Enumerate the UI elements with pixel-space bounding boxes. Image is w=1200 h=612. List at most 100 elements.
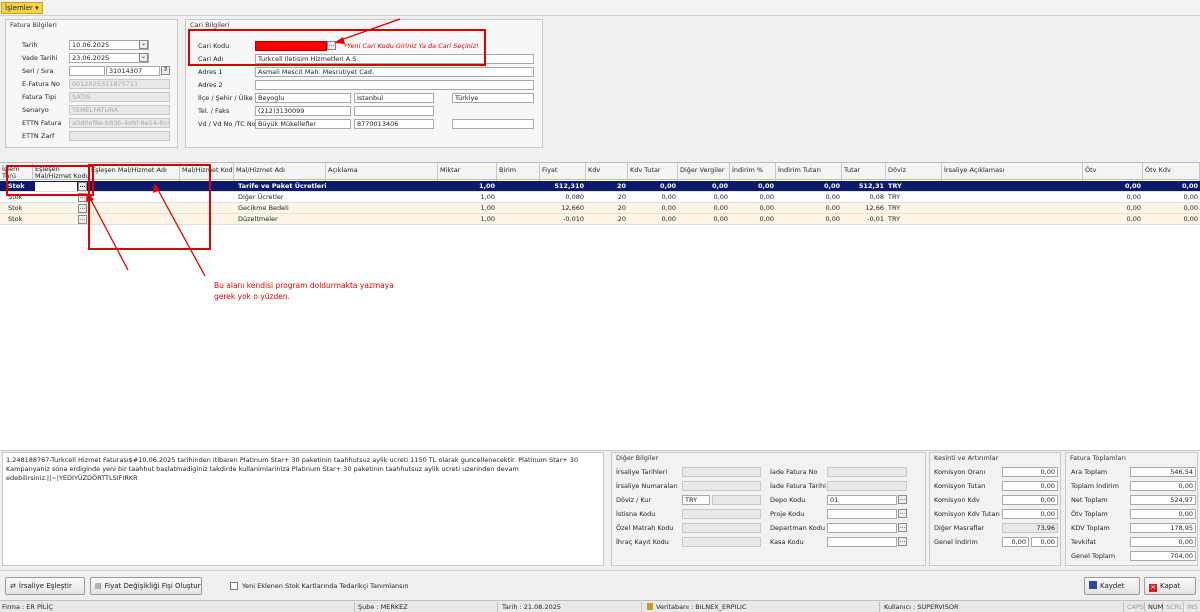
tarih-label: Tarih <box>22 41 38 49</box>
cell-doviz: TRY <box>888 204 901 212</box>
cell-kdv: 20 <box>617 193 626 201</box>
menu-bar: İşlemler ▾ <box>0 0 1200 16</box>
cell-diger: 0,00 <box>713 193 728 201</box>
col-birim[interactable]: Birim <box>497 163 540 181</box>
diger-masraflar-label: Diğer Masraflar <box>934 524 985 532</box>
proje-label: Proje Kodu <box>770 510 805 518</box>
vd-field[interactable]: Büyük Mükellefler <box>255 119 351 129</box>
fiyat-degisikligi-label: Fiyat Değişikliği Fişi Oluştur <box>104 582 201 590</box>
kasa-lookup-icon[interactable]: … <box>898 537 907 546</box>
tarih-field[interactable]: 10.06.2025 <box>69 40 149 50</box>
departman-field[interactable] <box>827 523 897 533</box>
doviz-field[interactable]: TRY <box>682 495 710 505</box>
adres2-field[interactable] <box>255 80 534 90</box>
header-panel <box>0 16 1200 162</box>
kom-oran-field[interactable]: 0,00 <box>1002 467 1058 477</box>
kaydet-button[interactable]: Kaydet <box>1084 577 1140 595</box>
database-icon <box>647 603 653 610</box>
col-indirim-yuzde[interactable]: İndirim % <box>730 163 776 181</box>
notes-textarea[interactable]: 1.248188767-Turkcell Hizmet Faturası$#10… <box>2 452 604 566</box>
col-irsaliye-aciklamasi[interactable]: İrsaliye Açıklaması <box>942 163 1083 181</box>
toplamlar-title: Fatura Toplamları <box>1070 454 1126 462</box>
kesinti-group: Kesinti ve Artırımlar Komisyon Oranı 0,0… <box>929 452 1061 566</box>
col-fiyat[interactable]: Fiyat <box>540 163 586 181</box>
kom-tutar-field[interactable]: 0,00 <box>1002 481 1058 491</box>
kom-kdv-tutari-label: Komisyon Kdv Tutarı <box>934 510 1000 518</box>
vade-field[interactable]: 23.06.2025 <box>69 53 149 63</box>
col-kdv-tutar[interactable]: Kdv Tutar <box>628 163 678 181</box>
departman-lookup-icon[interactable]: … <box>898 523 907 532</box>
sira-field[interactable]: 31014307 <box>106 66 160 76</box>
cell-diger: 0,00 <box>713 215 728 223</box>
depo-lookup-icon[interactable]: … <box>898 495 907 504</box>
cell-tutar: 0,08 <box>869 193 884 201</box>
vdno-field[interactable]: 8770013406 <box>354 119 434 129</box>
irsaliye-eslestir-button[interactable]: ⇄ İrsaliye Eşleştir <box>5 577 85 595</box>
adres2-label: Adres 2 <box>198 81 223 89</box>
vade-dropdown-icon[interactable]: ⌄ <box>139 53 148 62</box>
cell-indirim-yuzde: 0,00 <box>759 193 774 201</box>
cell-indirim-yuzde: 0,00 <box>759 215 774 223</box>
cell-fiyat: 0,080 <box>565 193 584 201</box>
save-icon <box>1089 581 1097 589</box>
cell-otv: 0,00 <box>1126 215 1141 223</box>
col-diger-vergiler[interactable]: Diğer Vergiler <box>678 163 730 181</box>
col-otv-kdv[interactable]: Ötv Kdv <box>1143 163 1200 181</box>
col-kdv[interactable]: Kdv <box>586 163 628 181</box>
fiyat-degisikligi-button[interactable]: ▤ Fiyat Değişikliği Fişi Oluştur <box>90 577 202 595</box>
status-num: NUM <box>1148 602 1164 612</box>
annotation-arrows <box>86 183 206 277</box>
col-tutar[interactable]: Tutar <box>842 163 886 181</box>
kaydet-label: Kaydet <box>1100 582 1125 590</box>
adres1-label: Adres 1 <box>198 68 223 76</box>
irs-tarih-field <box>682 467 761 477</box>
ilce-label: İlçe / Şehir / Ülke <box>198 94 253 102</box>
faks-field[interactable] <box>354 106 434 116</box>
tedarikci-checkbox[interactable] <box>230 582 238 590</box>
adres1-field[interactable]: Asmali Mescit Mah. Mesrutiyet Cad. <box>255 67 534 77</box>
ulke-field[interactable]: Türkiye <box>452 93 534 103</box>
seri-field[interactable] <box>69 66 105 76</box>
col-mh-adi[interactable]: Mal/Hizmet Adı <box>234 163 326 181</box>
kasa-field[interactable] <box>827 537 897 547</box>
col-aciklama[interactable]: Açıklama <box>326 163 438 181</box>
tarih-dropdown-icon[interactable]: ⌄ <box>139 40 148 49</box>
sira-spin-icon[interactable]: ⇕ <box>161 66 170 75</box>
kom-kdv-field[interactable]: 0,00 <box>1002 495 1058 505</box>
proje-lookup-icon[interactable]: … <box>898 509 907 518</box>
kom-kdv-tutari-field[interactable]: 0,00 <box>1002 509 1058 519</box>
cari-bilgileri-title: Cari Bilgileri <box>190 21 230 29</box>
cell-indirim-tutari: 0,00 <box>823 182 840 190</box>
net-toplam-value: 524,97 <box>1130 495 1196 505</box>
annotation-arrow-top <box>334 18 401 44</box>
col-miktar[interactable]: Miktar <box>438 163 497 181</box>
col-otv[interactable]: Ötv <box>1083 163 1143 181</box>
kapat-button[interactable]: ✕ Kapat <box>1144 577 1196 595</box>
depo-field[interactable]: 01 <box>827 495 897 505</box>
islemler-menu[interactable]: İşlemler ▾ <box>1 2 43 14</box>
cell-miktar: 1,00 <box>478 182 495 190</box>
ozel-matrah-field <box>682 523 761 533</box>
col-indirim-tutari[interactable]: İndirim Tutarı <box>776 163 842 181</box>
kdv-toplam-value: 178,95 <box>1130 523 1196 533</box>
ilce-field[interactable]: Beyoglu <box>255 93 351 103</box>
tel-field[interactable]: (212)3130099 <box>255 106 351 116</box>
close-icon: ✕ <box>1149 584 1157 592</box>
iade-no-field <box>827 467 907 477</box>
genel-indirim-field-1[interactable]: 0,00 <box>1002 537 1029 547</box>
tel-label: Tel. / Faks <box>198 107 230 115</box>
cell-indirim-yuzde: 0,00 <box>757 182 774 190</box>
ettn-field: a0d0ef8e-b83b-4ebf-8e14-6c4b <box>69 118 170 128</box>
cell-kdv: 20 <box>616 182 626 190</box>
irsaliye-eslestir-label: İrsaliye Eşleştir <box>18 582 72 590</box>
otv-toplam-label: Ötv Toplam <box>1071 510 1108 518</box>
cell-doviz: TRY <box>888 193 901 201</box>
sehir-field[interactable]: Istanbul <box>354 93 434 103</box>
ara-toplam-value: 546,54 <box>1130 467 1196 477</box>
istisna-field <box>682 509 761 519</box>
tcno-field[interactable] <box>452 119 534 129</box>
genel-indirim-field-2[interactable]: 0,00 <box>1031 537 1058 547</box>
col-doviz[interactable]: Döviz <box>886 163 942 181</box>
ettn-zarf-label: ETTN Zarf <box>22 132 55 140</box>
proje-field[interactable] <box>827 509 897 519</box>
